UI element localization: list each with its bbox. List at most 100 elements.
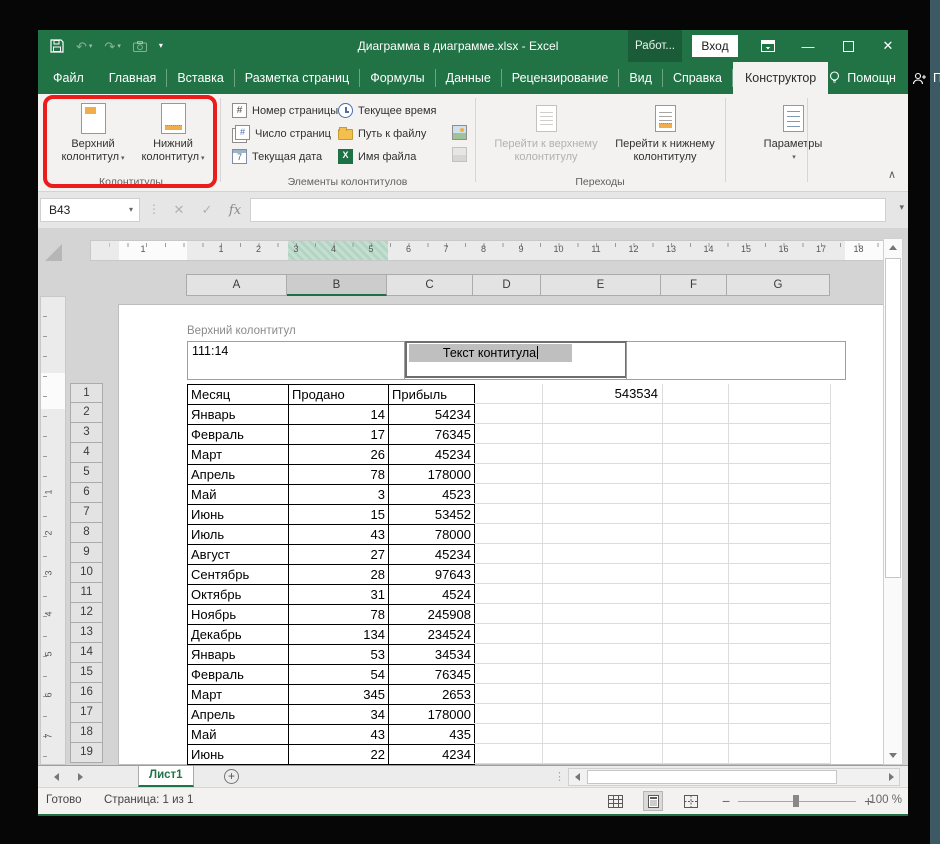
undo-icon[interactable]: ↶ ▾ [76, 40, 92, 53]
tab-Данные[interactable]: Данные [436, 69, 502, 87]
tab-design-active[interactable]: Конструктор [732, 62, 829, 94]
sign-in-button[interactable]: Вход [692, 35, 738, 57]
tab-Формулы[interactable]: Формулы [360, 69, 436, 87]
table-cell[interactable]: 78 [289, 465, 389, 485]
table-cell[interactable]: 43 [289, 525, 389, 545]
table-cell[interactable]: 53452 [389, 505, 475, 525]
table-cell[interactable]: Апрель [188, 705, 289, 725]
table-cell[interactable]: Май [188, 725, 289, 745]
table-cell[interactable]: Декабрь [188, 625, 289, 645]
minimize-button[interactable]: — [788, 30, 828, 62]
table-cell[interactable]: Май [188, 485, 289, 505]
row-header-5[interactable]: 5 [70, 463, 103, 483]
row-header-6[interactable]: 6 [70, 483, 103, 503]
row-header-7[interactable]: 7 [70, 503, 103, 523]
column-header-B[interactable]: B [287, 274, 387, 296]
table-cell[interactable]: 22 [289, 745, 389, 765]
element-button-current-date[interactable]: Текущая дата [232, 145, 338, 168]
scroll-left-icon[interactable] [569, 769, 585, 785]
table-cell[interactable]: Июнь [188, 745, 289, 765]
sheet-tab-list1[interactable]: Лист1 [138, 766, 194, 787]
table-cell[interactable]: 76345 [389, 665, 475, 685]
table-cell[interactable]: 4524 [389, 585, 475, 605]
share-button[interactable]: Поделиться [912, 71, 940, 85]
column-header-C[interactable]: C [387, 274, 473, 296]
table-cell[interactable]: 45234 [389, 545, 475, 565]
collapse-ribbon-icon[interactable]: ∧ [888, 168, 896, 181]
table-cell[interactable]: 2653 [389, 685, 475, 705]
table-cell[interactable]: 27 [289, 545, 389, 565]
row-header-13[interactable]: 13 [70, 623, 103, 643]
row-header-8[interactable]: 8 [70, 523, 103, 543]
sheet-name-button[interactable] [448, 99, 470, 121]
element-button-file-path[interactable]: Путь к файлу [338, 122, 436, 145]
close-button[interactable]: ✕ [868, 30, 908, 62]
enter-formula-icon[interactable]: ✓ [194, 198, 220, 222]
table-cell[interactable]: 17 [289, 425, 389, 445]
tab-Главная[interactable]: Главная [99, 69, 168, 87]
row-header-9[interactable]: 9 [70, 543, 103, 563]
table-cell[interactable]: Июнь [188, 505, 289, 525]
table-cell[interactable]: 28 [289, 565, 389, 585]
tab-scroll-splitter[interactable]: ⋮ [554, 770, 565, 783]
header-center-section-active[interactable]: Текст контитула [405, 341, 627, 378]
table-cell[interactable]: Продано [289, 385, 389, 405]
ribbon-display-options-icon[interactable] [748, 30, 788, 62]
row-header-14[interactable]: 14 [70, 643, 103, 663]
table-cell[interactable]: 43 [289, 725, 389, 745]
table-cell[interactable]: 435 [389, 725, 475, 745]
footer-button[interactable]: Нижний колонтитул ▾ [134, 98, 212, 184]
name-box-dropdown-icon[interactable]: ▾ [129, 199, 133, 221]
scroll-down-icon[interactable] [884, 747, 902, 764]
tab-file[interactable]: Файл [38, 62, 99, 94]
table-cell[interactable]: 97643 [389, 565, 475, 585]
camera-icon[interactable] [132, 40, 147, 52]
table-cell[interactable]: 245908 [389, 605, 475, 625]
table-cell[interactable]: 54 [289, 665, 389, 685]
row-header-2[interactable]: 2 [70, 403, 103, 423]
table-cell[interactable]: Июль [188, 525, 289, 545]
table-cell[interactable]: 345 [289, 685, 389, 705]
page-layout-view-icon[interactable] [643, 791, 663, 811]
tell-me-button[interactable]: Помощн [828, 71, 896, 85]
element-button-page-number[interactable]: Номер страницы [232, 99, 338, 122]
element-button-file-name[interactable]: Имя файла [338, 145, 436, 168]
column-header-D[interactable]: D [473, 274, 541, 296]
select-all-button[interactable] [45, 244, 62, 261]
scroll-up-icon[interactable] [884, 239, 902, 256]
save-icon[interactable] [50, 39, 64, 53]
row-header-4[interactable]: 4 [70, 443, 103, 463]
column-header-F[interactable]: F [661, 274, 727, 296]
table-cell[interactable]: Март [188, 445, 289, 465]
row-header-1[interactable]: 1 [70, 383, 103, 403]
row-header-11[interactable]: 11 [70, 583, 103, 603]
redo-icon[interactable]: ↷ ▾ [104, 40, 120, 53]
row-header-17[interactable]: 17 [70, 703, 103, 723]
column-header-A[interactable]: A [186, 274, 287, 296]
table-cell[interactable]: Сентябрь [188, 565, 289, 585]
table-cell[interactable]: Февраль [188, 665, 289, 685]
table-cell[interactable]: 178000 [389, 465, 475, 485]
header-button[interactable]: Верхний колонтитул ▾ [54, 98, 132, 184]
picture-button[interactable] [448, 121, 470, 143]
scroll-right-icon[interactable] [883, 769, 899, 785]
cancel-formula-icon[interactable]: ✕ [166, 198, 192, 222]
vertical-scrollbar-thumb[interactable] [885, 258, 901, 578]
table-cell[interactable]: 4523 [389, 485, 475, 505]
table-cell[interactable]: 4234 [389, 745, 475, 765]
zoom-level[interactable]: 100 % [869, 794, 902, 806]
tab-Вставка[interactable]: Вставка [167, 69, 235, 87]
table-cell[interactable]: 15 [289, 505, 389, 525]
zoom-slider-handle[interactable] [793, 795, 800, 807]
normal-view-icon[interactable] [606, 792, 624, 810]
header-right-section[interactable] [626, 342, 845, 379]
table-cell[interactable]: 31 [289, 585, 389, 605]
table-cell[interactable]: 45234 [389, 445, 475, 465]
qat-customize-icon[interactable]: ▾ [159, 42, 163, 50]
row-header-10[interactable]: 10 [70, 563, 103, 583]
table-cell[interactable]: 78 [289, 605, 389, 625]
element-button-page-count[interactable]: Число страниц [232, 122, 338, 145]
maximize-button[interactable] [828, 30, 868, 62]
horizontal-scrollbar-thumb[interactable] [587, 770, 837, 784]
table-cell[interactable]: Ноябрь [188, 605, 289, 625]
